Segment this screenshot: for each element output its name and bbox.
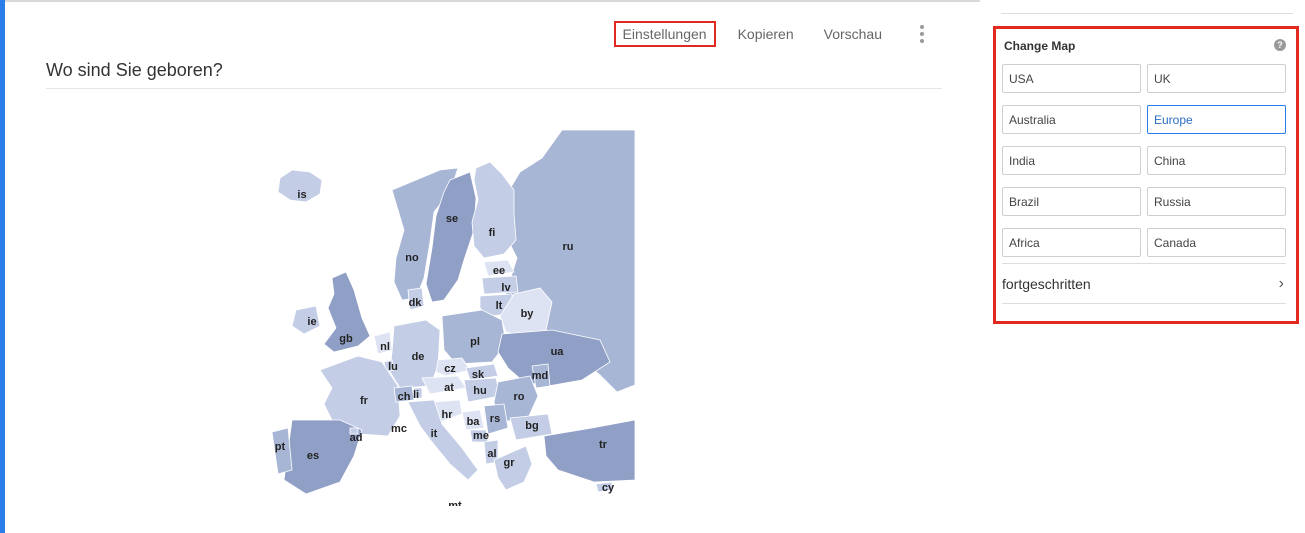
map-label-cy: cy <box>602 482 615 494</box>
map-options-grid: USA UK Australia Europe India China Braz… <box>1002 64 1286 257</box>
map-label-sk: sk <box>472 369 485 381</box>
map-option-africa[interactable]: Africa <box>1002 228 1141 257</box>
map-option-europe[interactable]: Europe <box>1147 105 1286 134</box>
map-label-dk: dk <box>409 297 423 309</box>
map-label-by: by <box>521 308 535 320</box>
map-label-tr: tr <box>599 439 608 451</box>
survey-editor: Einstellungen Kopieren Vorschau Wo sind … <box>0 0 1305 533</box>
more-options-icon[interactable] <box>914 23 930 45</box>
map-option-usa[interactable]: USA <box>1002 64 1141 93</box>
map-label-se: se <box>446 213 458 225</box>
change-map-panel: Change Map ? USA UK Australia Europe Ind… <box>993 26 1299 324</box>
panel-title: Change Map <box>1004 39 1076 53</box>
map-label-ie: ie <box>307 316 316 328</box>
advanced-label: fortgeschritten <box>1002 276 1091 292</box>
question-toolbar: Einstellungen Kopieren Vorschau <box>613 21 930 47</box>
map-label-ad: ad <box>350 432 363 444</box>
map-label-bg: bg <box>525 420 538 432</box>
map-option-canada[interactable]: Canada <box>1147 228 1286 257</box>
map-label-al: al <box>487 448 496 460</box>
map-label-lt: lt <box>496 300 503 312</box>
map-label-lv: lv <box>501 282 511 294</box>
preview-button[interactable]: Vorschau <box>816 22 890 46</box>
map-label-is: is <box>297 189 306 201</box>
map-label-mc: mc <box>391 423 407 435</box>
map-label-ru: ru <box>563 241 574 253</box>
map-label-nl: nl <box>380 341 390 353</box>
question-title[interactable]: Wo sind Sie geboren? <box>46 60 223 81</box>
map-label-ua: ua <box>551 346 565 358</box>
map-option-brazil[interactable]: Brazil <box>1002 187 1141 216</box>
active-block-indicator <box>0 0 5 533</box>
map-option-uk[interactable]: UK <box>1147 64 1286 93</box>
advanced-divider-bottom <box>1002 303 1286 304</box>
map-label-it: it <box>431 428 438 440</box>
map-label-de: de <box>412 351 425 363</box>
map-label-ee: ee <box>493 265 505 277</box>
map-label-li: li <box>413 389 419 401</box>
map-label-pt: pt <box>275 441 286 453</box>
map-label-hr: hr <box>442 409 454 421</box>
map-region-tr[interactable] <box>543 419 635 483</box>
map-label-cz: cz <box>444 363 456 375</box>
map-label-at: at <box>444 382 454 394</box>
europe-map[interactable]: is se fi no ru ee lv dk lt by ie gb nl d… <box>262 130 635 506</box>
map-label-md: md <box>532 370 549 382</box>
map-region-fi[interactable] <box>471 161 517 259</box>
advanced-toggle[interactable]: fortgeschritten › <box>1002 265 1286 303</box>
map-option-russia[interactable]: Russia <box>1147 187 1286 216</box>
question-divider <box>46 88 942 89</box>
map-option-india[interactable]: India <box>1002 146 1141 175</box>
map-label-mt: mt <box>448 500 462 506</box>
map-label-me: me <box>473 430 489 442</box>
map-label-no: no <box>405 252 419 264</box>
chevron-right-icon: › <box>1278 275 1284 292</box>
copy-button[interactable]: Kopieren <box>730 22 802 46</box>
map-label-ch: ch <box>398 391 411 403</box>
question-circle-icon[interactable]: ? <box>1274 39 1286 51</box>
map-region-lv[interactable] <box>481 275 519 295</box>
map-label-fi: fi <box>489 227 496 239</box>
map-label-es: es <box>307 450 319 462</box>
map-option-china[interactable]: China <box>1147 146 1286 175</box>
map-label-gb: gb <box>339 333 353 345</box>
map-label-pl: pl <box>470 336 480 348</box>
map-label-hu: hu <box>473 385 486 397</box>
map-label-gr: gr <box>504 457 516 469</box>
map-label-ro: ro <box>514 391 525 403</box>
map-label-lu: lu <box>388 361 398 373</box>
advanced-divider-top <box>1002 263 1286 264</box>
panel-divider <box>1001 13 1293 14</box>
map-option-australia[interactable]: Australia <box>1002 105 1141 134</box>
settings-button[interactable]: Einstellungen <box>613 21 716 47</box>
map-label-ba: ba <box>467 416 481 428</box>
top-divider <box>5 0 980 2</box>
map-label-fr: fr <box>360 395 369 407</box>
map-region-ua[interactable] <box>497 329 611 387</box>
map-label-rs: rs <box>490 413 500 425</box>
